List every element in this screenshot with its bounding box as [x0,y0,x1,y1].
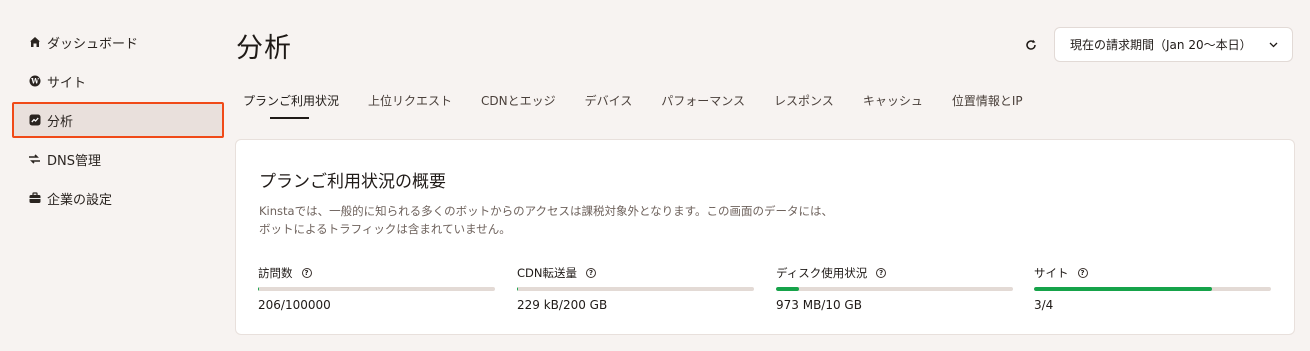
metric-value: 229 kB/200 GB [517,298,608,312]
metric-cdn-transfer: CDN転送量 ? 229 kB/200 GB [517,265,754,312]
tab-plan-usage[interactable]: プランご利用状況 [243,86,339,119]
progress-bar [258,287,495,291]
metric-label: ディスク使用状況 [776,266,868,280]
progress-fill [776,287,799,291]
metric-label: サイト [1034,266,1069,280]
metric-value: 206/100000 [258,298,331,312]
briefcase-icon [28,192,41,205]
progress-fill [1034,287,1212,291]
sidebar-item-dns[interactable]: DNS管理 [12,141,224,177]
sidebar-item-sites[interactable]: W サイト [12,63,224,99]
metric-sites: サイト ? 3/4 [1034,265,1271,312]
wordpress-icon: W [28,75,41,88]
progress-bar [776,287,1013,291]
progress-fill [517,287,518,291]
help-icon[interactable]: ? [1077,268,1088,278]
metric-value: 3/4 [1034,298,1054,312]
sidebar-item-company-settings[interactable]: 企業の設定 [12,180,224,216]
metric-label: CDN転送量 [517,266,577,280]
card-description: Kinstaでは、一般的に知られる多くのボットからのアクセスは課税対象外となりま… [259,204,833,236]
billing-period-value: 現在の請求期間（Jan 20〜本日） [1070,38,1252,52]
tab-response[interactable]: レスポンス [774,86,834,119]
sidebar-item-dashboard[interactable]: ダッシュボード [12,24,224,60]
refresh-button[interactable] [1022,36,1040,54]
svg-text:W: W [30,77,39,86]
home-icon [28,36,41,49]
tab-devices[interactable]: デバイス [585,86,633,119]
tab-top-requests[interactable]: 上位リクエスト [368,86,452,119]
sidebar: ダッシュボード W サイト 分析 DNS管理 企業の設定 [12,24,224,219]
sidebar-item-label: サイト [47,75,87,91]
sidebar-item-analytics[interactable]: 分析 [12,102,224,138]
chevron-down-icon [1269,42,1278,48]
billing-period-select[interactable]: 現在の請求期間（Jan 20〜本日） [1054,27,1293,62]
plan-usage-card: プランご利用状況の概要 Kinstaでは、一般的に知られる多くのボットからのアク… [235,139,1295,335]
analytics-tabs: プランご利用状況 上位リクエスト CDNとエッジ デバイス パフォーマンス レス… [236,86,1052,119]
help-icon[interactable]: ? [301,268,312,278]
metric-disk-usage: ディスク使用状況 ? 973 MB/10 GB [776,265,1013,312]
metric-value: 973 MB/10 GB [776,298,862,312]
sidebar-item-label: 分析 [47,114,74,130]
page-title: 分析 [236,33,292,64]
sidebar-item-label: ダッシュボード [47,36,139,52]
metric-visits: 訪問数 ? 206/100000 [258,265,495,312]
metric-label: 訪問数 [258,266,293,280]
dns-icon [28,153,41,166]
tab-geo-ip[interactable]: 位置情報とIP [952,86,1023,119]
sidebar-item-label: DNS管理 [47,153,101,169]
progress-fill [258,287,259,291]
refresh-icon [1025,36,1037,55]
tab-cache[interactable]: キャッシュ [863,86,923,119]
sidebar-item-label: 企業の設定 [47,192,113,208]
help-icon[interactable]: ? [586,268,596,278]
help-icon[interactable]: ? [876,268,887,278]
card-title: プランご利用状況の概要 [259,172,446,192]
progress-bar [517,287,754,291]
tab-performance[interactable]: パフォーマンス [661,86,745,119]
tab-cdn-edge[interactable]: CDNとエッジ [481,86,556,119]
analytics-icon [28,114,41,127]
progress-bar [1034,287,1271,291]
